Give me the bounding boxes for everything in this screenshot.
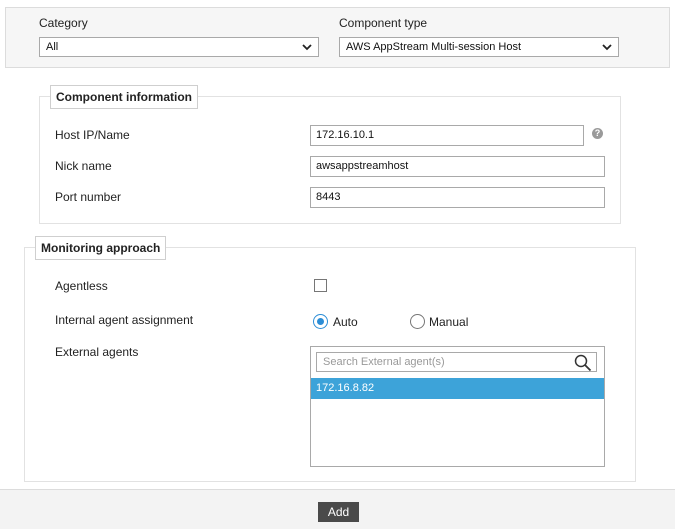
category-panel: Category All Component type AWS AppStrea…: [5, 7, 670, 68]
question-circle-icon[interactable]: ?: [592, 128, 603, 139]
external-agents-label: External agents: [55, 345, 139, 359]
footer-bar: Add: [0, 489, 675, 529]
agentless-checkbox[interactable]: [314, 279, 327, 292]
component-information-legend: Component information: [50, 85, 198, 109]
chevron-down-icon: [302, 44, 312, 51]
manual-radio-label[interactable]: Manual: [429, 315, 468, 329]
search-icon[interactable]: [574, 354, 592, 372]
manual-radio[interactable]: [410, 314, 425, 329]
agentless-label: Agentless: [55, 279, 108, 293]
host-input[interactable]: 172.16.10.1: [310, 125, 584, 146]
category-select[interactable]: All: [39, 37, 319, 57]
port-number-input[interactable]: 8443: [310, 187, 605, 208]
external-agent-search-input[interactable]: Search External agent(s): [316, 352, 597, 372]
host-label: Host IP/Name: [55, 128, 130, 142]
category-label: Category: [39, 16, 88, 30]
external-agents-list[interactable]: Search External agent(s) 172.16.8.82: [310, 346, 605, 467]
nick-name-label: Nick name: [55, 159, 112, 173]
external-agent-item[interactable]: 172.16.8.82: [311, 378, 604, 399]
component-type-label: Component type: [339, 16, 428, 30]
nick-name-input[interactable]: awsappstreamhost: [310, 156, 605, 177]
chevron-down-icon: [602, 44, 612, 51]
monitoring-approach-legend: Monitoring approach: [35, 236, 167, 260]
component-type-select[interactable]: AWS AppStream Multi-session Host: [339, 37, 619, 57]
auto-radio[interactable]: [313, 314, 328, 329]
auto-radio-label[interactable]: Auto: [333, 315, 358, 329]
add-button[interactable]: Add: [318, 502, 359, 522]
category-select-value: All: [46, 41, 59, 53]
internal-agent-assignment-label: Internal agent assignment: [55, 313, 194, 327]
port-number-label: Port number: [55, 190, 122, 204]
component-type-select-value: AWS AppStream Multi-session Host: [346, 41, 522, 53]
